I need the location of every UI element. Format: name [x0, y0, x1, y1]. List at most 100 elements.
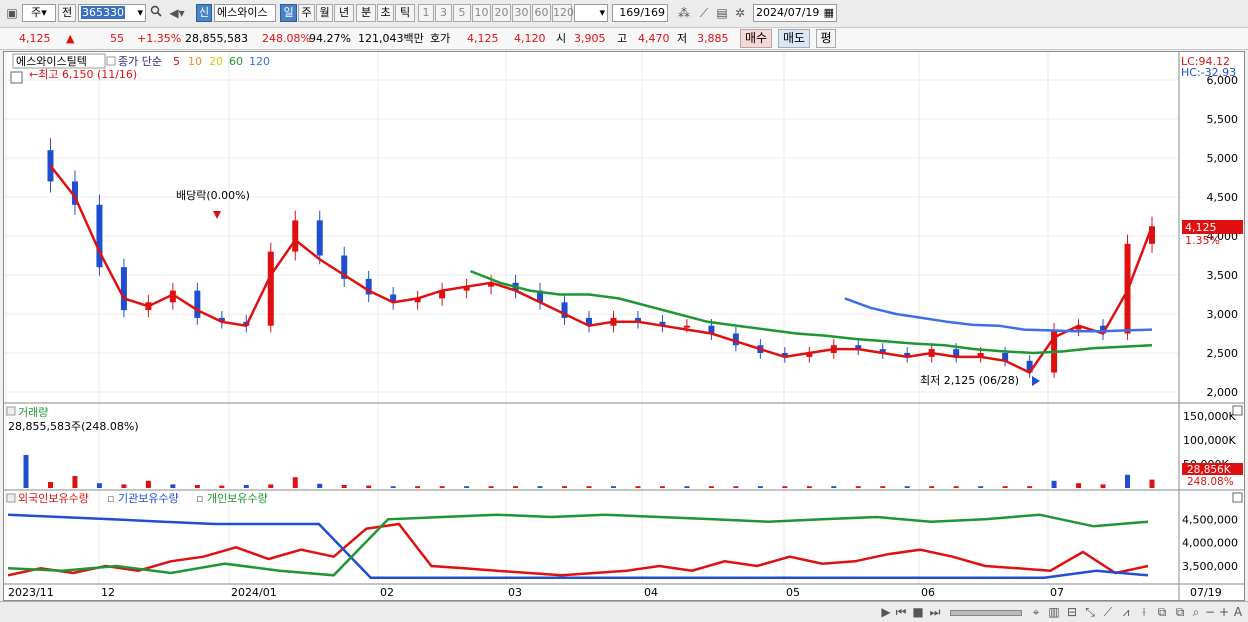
- stop-icon[interactable]: ■: [910, 603, 926, 621]
- last-page-icon[interactable]: ⏭: [927, 603, 943, 621]
- legend-ma120[interactable]: 120: [249, 55, 270, 68]
- interval-60-button[interactable]: 60: [532, 4, 551, 22]
- x-axis-tick-label: 12: [101, 586, 115, 599]
- candle-body: [120, 267, 127, 311]
- search-icon[interactable]: [148, 4, 164, 22]
- legend-foreign: 외국인보유수량: [18, 492, 89, 505]
- volume-bar: [121, 484, 127, 488]
- legend-ma-title: 종가 단순: [118, 55, 162, 68]
- low-label: 저: [677, 32, 688, 45]
- period-day-button[interactable]: 일: [280, 4, 297, 22]
- prev-button[interactable]: 전: [58, 4, 76, 22]
- interval-1-button[interactable]: 1: [418, 4, 434, 22]
- volume-bar: [243, 485, 249, 488]
- legend-checkbox[interactable]: [106, 56, 116, 66]
- count-total: /169: [640, 6, 665, 19]
- stock-name-field[interactable]: 에스와이스: [214, 4, 276, 22]
- zoom-slider[interactable]: [950, 610, 1022, 616]
- legend-individual: 개인보유수량: [207, 492, 268, 505]
- legend-ma5[interactable]: 5: [173, 55, 180, 68]
- avg-button[interactable]: 평: [816, 29, 836, 48]
- count-value: 169: [619, 6, 641, 19]
- trend-tool-icon[interactable]: ⟋: [1100, 603, 1116, 621]
- chart-canvas[interactable]: 6,0005,5005,0004,5004,0003,5003,0002,500…: [4, 52, 1244, 600]
- chart-type-icon[interactable]: ▥: [1046, 603, 1062, 621]
- period-minute-button[interactable]: 분: [356, 4, 376, 22]
- volume-bar: [1125, 474, 1131, 488]
- high-price: 4,470: [638, 32, 670, 45]
- first-page-icon[interactable]: ⏮: [893, 603, 909, 621]
- left-arrow-icon: ←: [29, 68, 38, 81]
- period-month-button[interactable]: 월: [316, 4, 333, 22]
- custom-interval-select[interactable]: ▾: [574, 4, 608, 22]
- gear-icon[interactable]: ✲: [732, 4, 748, 22]
- save-icon[interactable]: ▤: [714, 4, 730, 22]
- x-axis-tick-label: 03: [508, 586, 522, 599]
- buy-button[interactable]: 매수: [740, 29, 772, 48]
- volume-bar: [562, 486, 568, 488]
- chart-area[interactable]: 6,000 5,500 5,000 4,500 4,000 3,500 3,000 2,500…: [3, 51, 1245, 601]
- ask-price: 4,125: [467, 32, 499, 45]
- interval-10-button[interactable]: 10: [472, 4, 491, 22]
- candlesticks: [47, 138, 1155, 378]
- period-second-button[interactable]: 초: [377, 4, 394, 22]
- volume: 28,855,583: [185, 32, 248, 45]
- compare-icon[interactable]: ⊟: [1064, 603, 1080, 621]
- interval-3-button[interactable]: 3: [435, 4, 452, 22]
- volume-bar: [1027, 486, 1033, 488]
- holders-panel-toggle[interactable]: [6, 493, 16, 503]
- legend-ma10[interactable]: 10: [188, 55, 202, 68]
- price-y-tick-label: 4,500: [1207, 191, 1239, 204]
- legend-ma20[interactable]: 20: [209, 55, 223, 68]
- speaker-icon[interactable]: ◀▾: [166, 4, 188, 22]
- candle-body: [267, 251, 274, 326]
- period-select[interactable]: 주▾: [22, 4, 56, 22]
- dividend-note: 배당락(0.00%): [176, 189, 250, 202]
- paste-icon[interactable]: ⧉: [1172, 603, 1188, 621]
- candle-body: [683, 325, 690, 328]
- copy-icon[interactable]: ⧉: [1154, 603, 1170, 621]
- interval-5-button[interactable]: 5: [453, 4, 471, 22]
- window-icon[interactable]: ▣: [4, 4, 20, 22]
- dividend-marker-icon: [213, 211, 221, 219]
- open-price: 3,905: [574, 32, 606, 45]
- x-axis-tick-label: 07/19: [1190, 586, 1222, 599]
- volume-panel-toggle[interactable]: [6, 406, 16, 416]
- volume-panel-close-icon[interactable]: [1232, 405, 1243, 416]
- interval-120-button[interactable]: 120: [552, 4, 574, 22]
- period-tick-button[interactable]: 틱: [395, 4, 415, 22]
- volume-bar: [96, 483, 102, 488]
- volume-bar: [880, 486, 886, 488]
- fibo-tool-icon[interactable]: ⩘: [1118, 603, 1134, 621]
- scroll-right-icon[interactable]: ▶: [878, 603, 894, 621]
- line-tool-icon[interactable]: ⤡: [1082, 603, 1098, 621]
- auto-scale-icon[interactable]: A: [1230, 603, 1246, 621]
- grid-toggle-icon[interactable]: [10, 71, 23, 84]
- volume-bar: [292, 477, 298, 488]
- interval-20-button[interactable]: 20: [492, 4, 511, 22]
- holders-y-tick-label: 4,000,000: [1182, 537, 1238, 550]
- volume-bar: [47, 482, 53, 488]
- price-change-pct: +1.35%: [137, 32, 182, 45]
- period-week-button[interactable]: 주: [298, 4, 315, 22]
- sell-button[interactable]: 매도: [778, 29, 810, 48]
- candle-body: [47, 150, 54, 182]
- holders-y-ticks: 4,500,000 4,000,000 3,500,000: [1182, 513, 1238, 573]
- high-note: ←최고 6,150 (11/16): [29, 68, 137, 81]
- measure-icon[interactable]: ⟊: [1136, 603, 1152, 621]
- legend-ma60[interactable]: 60: [229, 55, 243, 68]
- crosshair-icon[interactable]: ⌖: [1028, 603, 1044, 621]
- volume-bar: [488, 486, 494, 488]
- draw-tool-icon[interactable]: ⟋: [696, 4, 712, 22]
- holder-line-개인보유수량: [7, 513, 1149, 577]
- volume-last-pct: 248.08%: [1187, 476, 1234, 488]
- indicator-icon[interactable]: ⁂: [676, 4, 692, 22]
- stock-code-input[interactable]: 365330 ▾: [78, 4, 146, 22]
- x-axis-tick-label: 2023/11: [8, 586, 54, 599]
- volume-bar: [1100, 484, 1106, 488]
- count-input[interactable]: 169/169: [612, 4, 668, 22]
- period-year-button[interactable]: 년: [334, 4, 354, 22]
- holders-panel-close-icon[interactable]: [1232, 492, 1243, 503]
- interval-30-button[interactable]: 30: [512, 4, 531, 22]
- date-input[interactable]: 2024/07/19 ▦: [753, 4, 837, 22]
